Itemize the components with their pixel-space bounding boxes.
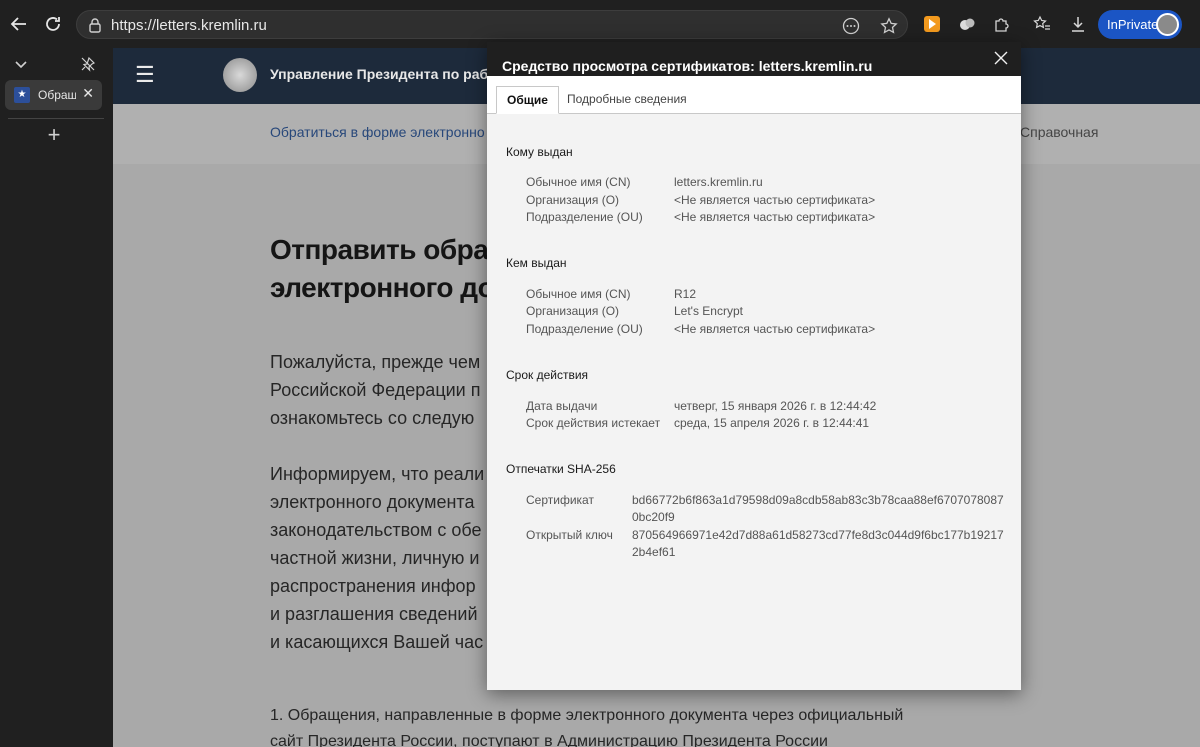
field-label: Организация (O) <box>526 193 620 207</box>
player-extension-icon[interactable] <box>920 12 944 36</box>
field-label: Подразделение (OU) <box>526 322 643 336</box>
hamburger-menu-icon[interactable]: ☰ <box>135 62 155 88</box>
field-value: <Не является частью сертификата> <box>674 193 876 207</box>
para-line: электронного документа <box>270 492 475 512</box>
lock-icon[interactable] <box>87 17 103 33</box>
general-panel: Кому выдан Обычное имя (CN) letters.krem… <box>487 114 1021 690</box>
address-bar[interactable]: https://letters.kremlin.ru <box>76 10 908 39</box>
section-fingerprints: Отпечатки SHA-256 <box>506 462 616 476</box>
field-label: Подразделение (OU) <box>526 210 643 224</box>
refresh-icon[interactable] <box>38 9 68 39</box>
section-issued-to: Кому выдан <box>506 145 573 159</box>
para-line: сайт Президента России, поступают в Адми… <box>270 733 828 747</box>
more-options-icon[interactable] <box>840 15 862 37</box>
info-paragraph: Информируем, что реали электронного доку… <box>270 460 484 656</box>
para-line: 1. Обращения, направленные в форме элект… <box>270 707 904 724</box>
close-icon[interactable] <box>989 46 1013 70</box>
certificate-viewer-dialog: Средство просмотра сертификатов: letters… <box>487 42 1021 690</box>
field-value: четверг, 15 января 2026 г. в 12:44:42 <box>674 399 877 413</box>
para-line: частной жизни, личную и <box>270 548 480 568</box>
dialog-tabs: Общие Подробные сведения <box>487 76 1021 114</box>
para-line: Пожалуйста, прежде чем <box>270 352 481 372</box>
field-label: Обычное имя (CN) <box>526 287 631 301</box>
para-line: Информируем, что реали <box>270 464 485 484</box>
field-value-hash: bd66772b6f863a1d79598d09a8cdb58ab83c3b78… <box>632 493 1004 524</box>
subnav-link-reference[interactable]: Справочная <box>1020 124 1098 140</box>
field-label: Организация (O) <box>526 304 620 318</box>
field-value: letters.kremlin.ru <box>674 175 763 189</box>
vertical-tabs-panel: ★ Обращ ✕ + <box>0 48 113 747</box>
page-title-line: Отправить обращ <box>270 234 512 265</box>
close-tab-icon[interactable]: ✕ <box>82 85 94 102</box>
url-text[interactable]: https://letters.kremlin.ru <box>111 17 267 34</box>
field-label: Открытый ключ <box>526 528 613 542</box>
back-arrow-icon[interactable] <box>4 9 34 39</box>
para-line: Российской Федерации п <box>270 380 481 400</box>
tab-title: Обращ <box>38 88 76 102</box>
dialog-titlebar: Средство просмотра сертификатов: letters… <box>487 42 1021 76</box>
para-line: распространения инфор <box>270 576 476 596</box>
extensions-puzzle-icon[interactable] <box>990 12 1014 36</box>
section-issued-by: Кем выдан <box>506 256 567 270</box>
chevron-down-icon[interactable] <box>9 52 33 76</box>
intro-paragraph: Пожалуйста, прежде чем Российской Федера… <box>270 348 480 432</box>
inprivate-label: InPrivate <box>1107 17 1159 32</box>
field-label: Срок действия истекает <box>526 416 661 430</box>
emblem-icon[interactable] <box>223 58 257 92</box>
tab-general[interactable]: Общие <box>496 86 559 114</box>
browser-toolbar: https://letters.kremlin.ru InPrivate <box>0 0 1200 48</box>
unpin-icon[interactable] <box>76 52 100 76</box>
inprivate-profile-button[interactable]: InPrivate <box>1098 10 1182 39</box>
field-value: среда, 15 апреля 2026 г. в 12:44:41 <box>674 416 870 430</box>
rule-paragraph: 1. Обращения, направленные в форме элект… <box>270 703 903 747</box>
subnav-link-electronic-form[interactable]: Обратиться в форме электронно <box>270 124 485 140</box>
para-line: и касающихся Вашей час <box>270 632 484 652</box>
section-validity: Срок действия <box>506 368 589 382</box>
new-tab-plus-icon[interactable]: + <box>42 122 66 147</box>
field-value-hash: 870564966971e42d7d88a61d58273cd77fe8d3c0… <box>632 528 1004 559</box>
tab-divider <box>8 118 104 119</box>
extension-cloud-icon[interactable] <box>955 12 979 36</box>
page-title-line: электронного док <box>270 272 508 303</box>
downloads-icon[interactable] <box>1066 12 1090 36</box>
field-value: <Не является частью сертификата> <box>674 210 876 224</box>
tab-active[interactable]: ★ Обращ ✕ <box>5 80 102 110</box>
para-line: ознакомьтесь со следую <box>270 408 475 428</box>
para-line: законодательством с обе <box>270 520 482 540</box>
field-label: Обычное имя (CN) <box>526 175 631 189</box>
dialog-title: Средство просмотра сертификатов: letters… <box>502 58 873 74</box>
page-title: Отправить обращ электронного док <box>270 231 512 307</box>
favorite-star-icon[interactable] <box>878 15 900 37</box>
favorites-list-icon[interactable] <box>1030 12 1054 36</box>
field-value: Let's Encrypt <box>674 304 743 318</box>
site-name[interactable]: Управление Президента по раб <box>270 66 488 82</box>
kremlin-favicon-icon: ★ <box>14 87 30 103</box>
avatar <box>1156 13 1179 36</box>
field-label: Дата выдачи <box>526 399 598 413</box>
para-line: и разглашения сведений <box>270 604 478 624</box>
field-value: R12 <box>674 287 697 301</box>
field-label: Сертификат <box>526 493 594 507</box>
tab-details[interactable]: Подробные сведения <box>557 86 697 114</box>
field-value: <Не является частью сертификата> <box>674 322 876 336</box>
